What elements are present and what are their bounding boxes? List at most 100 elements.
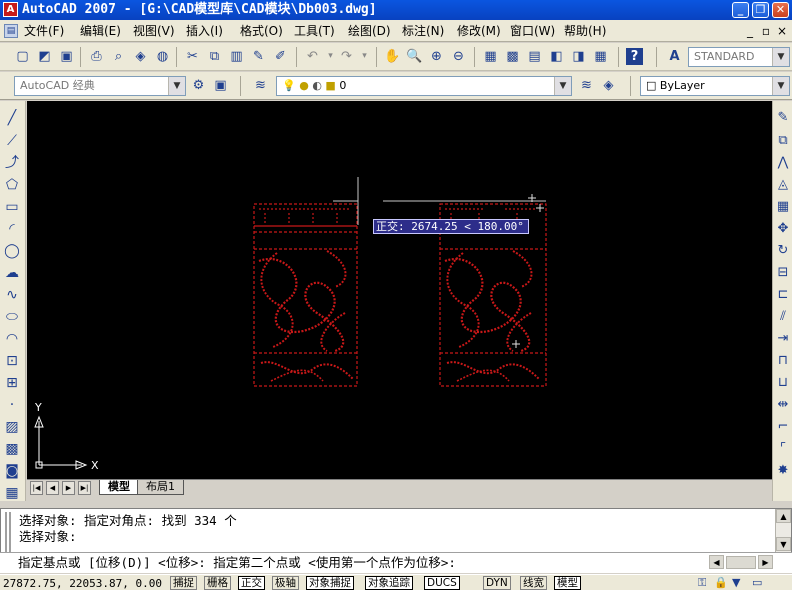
menu-draw[interactable]: 绘图(D) (348, 23, 391, 39)
scale-icon[interactable]: ⊟ (774, 264, 792, 282)
zoom-window-icon[interactable]: ⊕ (428, 48, 445, 65)
save-icon[interactable]: ▣ (58, 48, 75, 65)
menu-edit[interactable]: 编辑(E) (80, 23, 121, 39)
new-icon[interactable]: ▢ (14, 48, 31, 65)
design-center-icon[interactable]: ▩ (504, 48, 521, 65)
undo-icon[interactable]: ↶ (304, 48, 321, 65)
plot-preview-icon[interactable]: ⌕ (110, 48, 127, 65)
undo-dropdown-icon[interactable]: ▾ (322, 48, 339, 65)
prev-tab-button[interactable]: ◀ (46, 481, 59, 495)
save-workspace-icon[interactable]: ▣ (212, 77, 229, 94)
copy-icon[interactable]: ⧉ (206, 48, 223, 65)
status-toggle-button[interactable]: 正交 (238, 576, 265, 590)
chevron-down-icon[interactable]: ▼ (168, 77, 185, 95)
menu-tools[interactable]: 工具(T) (294, 23, 335, 39)
status-toggle-button[interactable]: 极轴 (272, 576, 299, 590)
text-style-icon[interactable]: A (666, 48, 683, 65)
horizontal-scroll-thumb[interactable] (726, 556, 756, 569)
line-icon[interactable]: ╱ (3, 109, 21, 127)
help-icon[interactable]: ? (626, 48, 643, 65)
restore-button[interactable]: ❐ (752, 2, 769, 18)
scroll-down-icon[interactable]: ▼ (776, 537, 791, 551)
hatch-icon[interactable]: ▨ (3, 418, 21, 436)
ellipse-arc-icon[interactable]: ◠ (3, 330, 21, 348)
last-tab-button[interactable]: ▶| (78, 481, 91, 495)
command-window-grip[interactable] (5, 512, 11, 552)
command-prompt[interactable]: 指定基点或 [位移(D)] <位移>: 指定第二个点或 <使用第一个点作为位移>… (18, 555, 456, 571)
block-editor-icon[interactable]: ✐ (272, 48, 289, 65)
status-toggle-button[interactable]: DYN (483, 576, 511, 590)
command-scrollbar[interactable]: ▲ ▼ (775, 509, 791, 552)
status-toggle-button[interactable]: 捕捉 (170, 576, 197, 590)
layer-select[interactable]: 💡 ● ◐ ■ 0 ▼ (276, 76, 572, 96)
erase-icon[interactable]: ✎ (774, 109, 792, 127)
document-icon[interactable]: ▤ (4, 24, 18, 38)
scroll-up-icon[interactable]: ▲ (776, 509, 791, 523)
text-style-select[interactable]: STANDARD ▼ (688, 47, 790, 67)
extend-icon[interactable]: ⇥ (774, 330, 792, 348)
region-icon[interactable]: ◙ (3, 462, 21, 480)
trim-icon[interactable]: ⫽ (774, 308, 792, 326)
arc-icon[interactable]: ◜ (3, 220, 21, 238)
tray-settings-icon[interactable]: ▼ (732, 576, 740, 589)
tab-model[interactable]: 模型 (99, 480, 139, 495)
stretch-icon[interactable]: ⊏ (774, 286, 792, 304)
construction-line-icon[interactable]: ⟋ (3, 132, 21, 150)
pan-icon[interactable]: ✋ (384, 48, 401, 65)
mirror-icon[interactable]: ⋀ (774, 154, 792, 172)
array-icon[interactable]: ▦ (774, 198, 792, 216)
zoom-realtime-icon[interactable]: 🔍 (406, 48, 423, 65)
cut-icon[interactable]: ✂ (184, 48, 201, 65)
doc-close-button[interactable]: × (776, 23, 788, 39)
redo-icon[interactable]: ↷ (338, 48, 355, 65)
markup-icon[interactable]: ◨ (570, 48, 587, 65)
zoom-previous-icon[interactable]: ⊖ (450, 48, 467, 65)
drawing-canvas[interactable]: Y X (27, 101, 772, 479)
match-properties-icon[interactable]: ✎ (250, 48, 267, 65)
plot-icon[interactable]: ⎙ (88, 48, 105, 65)
close-button[interactable]: ✕ (772, 2, 789, 18)
table-icon[interactable]: ▦ (3, 484, 21, 502)
chamfer-icon[interactable]: ⌐ (774, 418, 792, 436)
join-icon[interactable]: ⇹ (774, 396, 792, 414)
circle-icon[interactable]: ◯ (3, 242, 21, 260)
scroll-left-icon[interactable]: ◀ (709, 555, 724, 569)
menu-insert[interactable]: 插入(I) (186, 23, 223, 39)
next-tab-button[interactable]: ▶ (62, 481, 75, 495)
copy-object-icon[interactable]: ⧉ (774, 132, 792, 150)
explode-icon[interactable]: ✸ (774, 462, 792, 480)
command-prompt-row[interactable]: 指定基点或 [位移(D)] <位移>: 指定第二个点或 <使用第一个点作为位移>… (0, 552, 792, 573)
doc-minimize-button[interactable]: _ (744, 23, 756, 39)
offset-icon[interactable]: ◬ (774, 176, 792, 194)
rectangle-icon[interactable]: ▭ (3, 198, 21, 216)
autocad-app-icon[interactable]: A (3, 2, 18, 17)
status-toggle-button[interactable]: 模型 (554, 576, 581, 590)
make-block-icon[interactable]: ⊞ (3, 374, 21, 392)
rotate-icon[interactable]: ↻ (774, 242, 792, 260)
first-tab-button[interactable]: |◀ (30, 481, 43, 495)
workspace-select[interactable]: AutoCAD 经典 ▼ (14, 76, 186, 96)
tab-layout1[interactable]: 布局1 (137, 480, 184, 495)
insert-block-icon[interactable]: ⊡ (3, 352, 21, 370)
gradient-icon[interactable]: ▩ (3, 440, 21, 458)
polygon-icon[interactable]: ⬠ (3, 176, 21, 194)
color-select[interactable]: □ ByLayer ▼ (640, 76, 790, 96)
workspace-settings-icon[interactable]: ⚙ (190, 77, 207, 94)
status-toggle-button[interactable]: 对象捕捉 (306, 576, 354, 590)
paste-icon[interactable]: ▥ (228, 48, 245, 65)
menu-window[interactable]: 窗口(W) (510, 23, 555, 39)
status-toggle-button[interactable]: 对象追踪 (365, 576, 413, 590)
redo-dropdown-icon[interactable]: ▾ (356, 48, 373, 65)
revision-cloud-icon[interactable]: ☁ (3, 264, 21, 282)
move-icon[interactable]: ✥ (774, 220, 792, 238)
menu-dimension[interactable]: 标注(N) (402, 23, 444, 39)
scroll-right-icon[interactable]: ▶ (758, 555, 773, 569)
polyline-icon[interactable]: ⤴ (3, 154, 21, 172)
menu-view[interactable]: 视图(V) (133, 23, 175, 39)
menu-help[interactable]: 帮助(H) (564, 23, 606, 39)
sheet-set-icon[interactable]: ◧ (548, 48, 565, 65)
communication-center-icon[interactable]: ⚿ (698, 576, 706, 590)
fillet-icon[interactable]: ⌜ (774, 440, 792, 458)
doc-restore-button[interactable]: ▫ (760, 23, 772, 39)
properties-icon[interactable]: ▦ (482, 48, 499, 65)
